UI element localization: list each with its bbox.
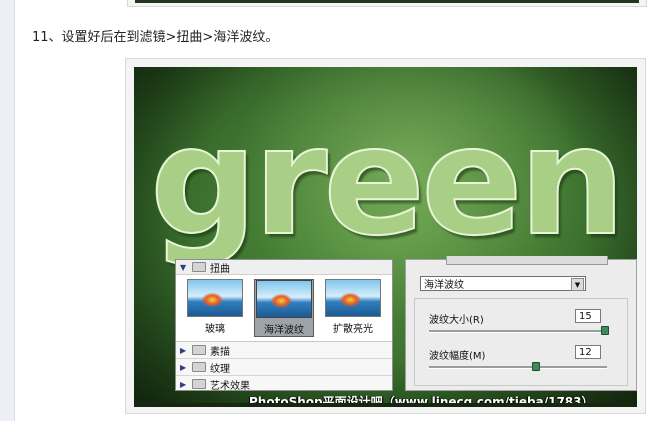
filter-select-value: 海洋波纹 — [424, 280, 464, 291]
filter-thumb-glass[interactable]: 玻璃 — [186, 279, 244, 337]
step-instruction: 11、设置好后在到滤镜>扭曲>海洋波纹。 — [32, 30, 279, 45]
glass-preview-image — [187, 279, 243, 317]
ocean-ripple-preview-image — [256, 280, 312, 318]
filter-settings: 海洋波纹 ▼ 波纹大小(R) 15 波纹幅度(M) 12 — [405, 256, 637, 391]
tutorial-image: green ▼ 扭曲 玻璃 海洋波纹 扩散亮光 ▶ 素描 ▶ 纹理 ▶ 艺术效果… — [134, 67, 637, 407]
thumb-label: 玻璃 — [205, 324, 225, 335]
group-label: 艺术效果 — [210, 380, 250, 391]
category-distort[interactable]: ▼ 扭曲 — [176, 260, 392, 275]
ripple-size-slider-handle[interactable] — [601, 326, 609, 335]
thumb-label: 扩散亮光 — [333, 324, 373, 335]
folder-icon — [192, 345, 206, 355]
folder-icon — [192, 362, 206, 372]
ripple-magnitude-input[interactable]: 12 — [575, 345, 601, 359]
group-artistic[interactable]: ▶ 艺术效果 — [176, 376, 392, 391]
tutorial-image-frame: green ▼ 扭曲 玻璃 海洋波纹 扩散亮光 ▶ 素描 ▶ 纹理 ▶ 艺术效果… — [125, 58, 646, 414]
folder-icon — [192, 379, 206, 389]
filter-thumbnails: 玻璃 海洋波纹 扩散亮光 — [176, 275, 392, 342]
folder-icon — [192, 262, 206, 272]
filter-thumb-ocean-ripple[interactable]: 海洋波纹 — [254, 279, 314, 337]
ripple-size-slider[interactable] — [429, 326, 609, 335]
green-3d-text: green — [149, 95, 627, 269]
group-label: 纹理 — [210, 363, 230, 375]
ripple-size-input[interactable]: 15 — [575, 309, 601, 323]
ok-button[interactable] — [446, 256, 608, 265]
filter-thumb-diffuse-glow[interactable]: 扩散亮光 — [324, 279, 382, 337]
ripple-size-label: 波纹大小(R) — [429, 315, 484, 326]
ripple-magnitude-slider-handle[interactable] — [532, 362, 541, 371]
triangle-right-icon[interactable]: ▶ — [180, 363, 192, 372]
triangle-down-icon[interactable]: ▼ — [180, 263, 192, 272]
thumb-label: 海洋波纹 — [264, 325, 304, 336]
previous-image-frame — [127, 0, 647, 7]
triangle-right-icon[interactable]: ▶ — [180, 380, 192, 389]
image-bottom-strip — [134, 403, 637, 407]
left-gutter — [0, 0, 15, 421]
triangle-right-icon[interactable]: ▶ — [180, 346, 192, 355]
group-sketch[interactable]: ▶ 素描 — [176, 342, 392, 359]
filter-list: ▼ 扭曲 玻璃 海洋波纹 扩散亮光 ▶ 素描 ▶ 纹理 ▶ 艺术效果 — [175, 259, 393, 391]
param-group: 波纹大小(R) 15 波纹幅度(M) 12 — [414, 298, 628, 386]
category-label: 扭曲 — [210, 263, 230, 275]
filter-select[interactable]: 海洋波纹 ▼ — [420, 276, 586, 291]
group-texture[interactable]: ▶ 纹理 — [176, 359, 392, 376]
filter-gallery-panel: ▼ 扭曲 玻璃 海洋波纹 扩散亮光 ▶ 素描 ▶ 纹理 ▶ 艺术效果 海洋波纹 … — [175, 256, 637, 399]
diffuse-glow-preview-image — [325, 279, 381, 317]
ripple-magnitude-slider[interactable] — [429, 362, 607, 371]
group-label: 素描 — [210, 346, 230, 358]
chevron-down-icon[interactable]: ▼ — [571, 278, 584, 291]
ripple-magnitude-label: 波纹幅度(M) — [429, 351, 486, 362]
